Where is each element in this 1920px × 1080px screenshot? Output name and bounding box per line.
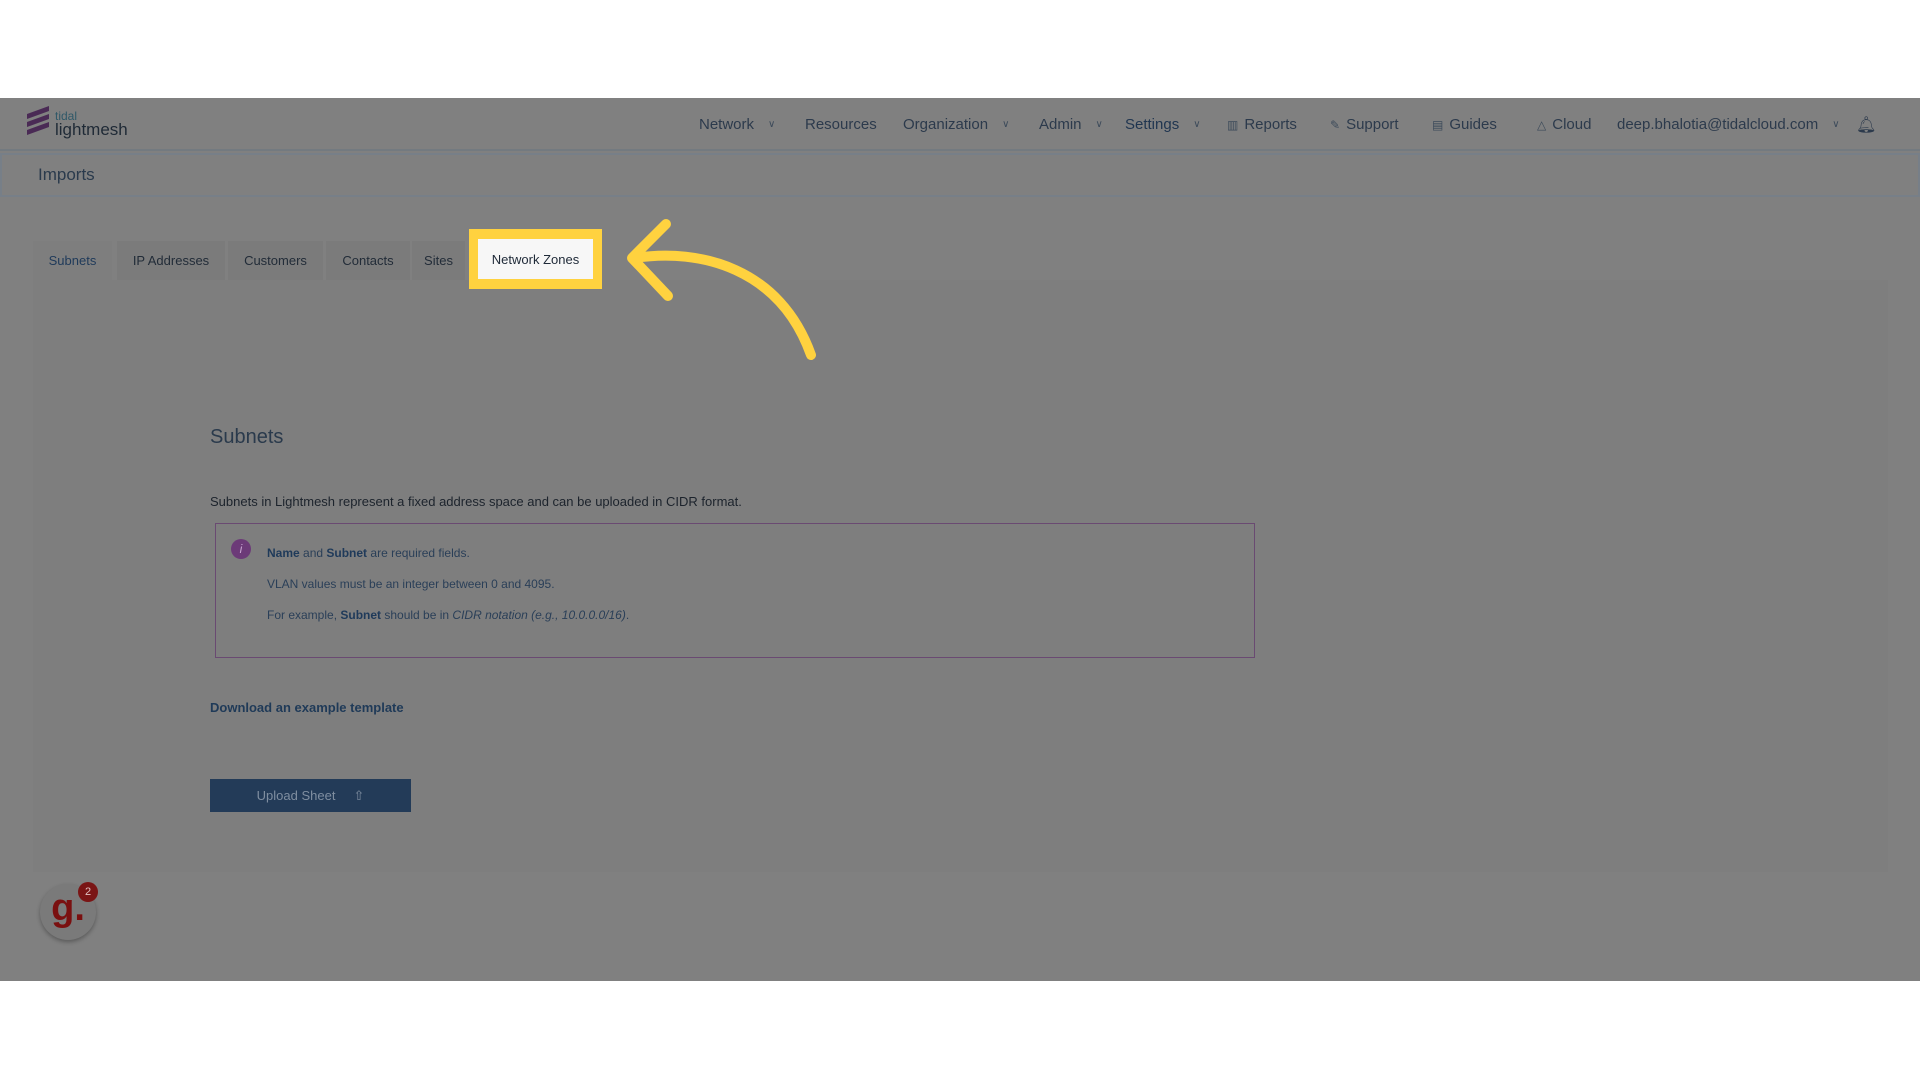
upload-icon: ⇧ (353, 787, 365, 803)
text: and (299, 546, 327, 560)
logo-icon (27, 105, 49, 136)
section-heading: Subnets (210, 426, 284, 448)
tab-subnets[interactable]: Subnets (33, 241, 112, 280)
info-line-2: VLAN values must be an integer between 0… (267, 577, 555, 591)
upload-sheet-button[interactable]: Upload Sheet ⇧ (210, 779, 411, 812)
tab-ip-addresses[interactable]: IP Addresses (117, 241, 225, 280)
chevron-down-icon: ∨ (1193, 119, 1201, 130)
book-icon: ▤ (1432, 117, 1444, 132)
page-header: Imports (0, 153, 1920, 197)
nav-label: Cloud (1552, 116, 1592, 133)
logo-line2: lightmesh (55, 120, 128, 139)
nav-organization[interactable]: Organization ∨ (903, 116, 1009, 133)
nav-label: Settings (1125, 116, 1180, 133)
text: . (625, 608, 630, 622)
nav-admin[interactable]: Admin ∨ (1039, 116, 1103, 133)
info-box: i Name and Subnet are required fields. V… (215, 523, 1255, 658)
field-name: Subnet (340, 608, 382, 622)
nav-label: Reports (1244, 116, 1297, 133)
text: should be in (381, 608, 453, 622)
nav-reports[interactable]: ▥ Reports (1227, 116, 1297, 133)
cloud-icon: △ (1537, 117, 1547, 132)
text: For example, (267, 608, 341, 622)
nav-label: Organization (903, 116, 989, 133)
highlight-box: Network Zones (469, 229, 602, 289)
nav-label: Admin (1039, 116, 1082, 133)
nav-label: Network (699, 116, 755, 133)
bar-chart-icon: ▥ (1227, 117, 1239, 132)
top-navbar: tidal lightmesh Network ∨ Resources Organi… (0, 98, 1920, 151)
lightmesh-logo[interactable]: tidal lightmesh (27, 105, 128, 139)
nav-label: Resources (805, 116, 877, 133)
page-title: Imports (38, 165, 95, 184)
notification-badge: 2 (78, 882, 98, 902)
info-icon: i (231, 539, 251, 559)
section-description: Subnets in Lightmesh represent a fixed a… (210, 494, 742, 509)
chevron-down-icon: ∨ (768, 119, 776, 130)
nav-support[interactable]: ✎ Support (1330, 116, 1399, 133)
tab-customers[interactable]: Customers (228, 241, 323, 280)
wrench-icon: ✎ (1330, 117, 1341, 132)
info-line-3: For example, Subnet should be in CIDR no… (267, 608, 629, 622)
nav-network[interactable]: Network ∨ (699, 116, 775, 133)
nav-label: Guides (1449, 116, 1497, 133)
chevron-down-icon: ∨ (1832, 119, 1840, 130)
user-menu[interactable]: deep.bhalotia@tidalcloud.com ∨ (1617, 116, 1840, 133)
nav-guides[interactable]: ▤ Guides (1432, 116, 1497, 133)
field-name: Subnet (326, 546, 368, 560)
tab-contacts[interactable]: Contacts (326, 241, 410, 280)
bell-icon[interactable]: 🔔︎ (1856, 115, 1876, 135)
field-name: Name (267, 546, 300, 560)
nav-label: Support (1346, 116, 1399, 133)
nav-cloud[interactable]: △ Cloud (1537, 116, 1591, 133)
nav-settings[interactable]: Settings ∨ (1125, 116, 1201, 133)
example: CIDR notation (e.g., 10.0.0.0/16) (452, 608, 626, 622)
chevron-down-icon: ∨ (1002, 119, 1010, 130)
tab-sites[interactable]: Sites (412, 241, 465, 280)
download-template-link[interactable]: Download an example template (210, 700, 404, 715)
button-label: Upload Sheet (256, 788, 336, 803)
user-email: deep.bhalotia@tidalcloud.com (1617, 116, 1819, 133)
tab-network-zones[interactable]: Network Zones (478, 239, 593, 279)
text: are required fields. (367, 546, 470, 560)
app-window: tidal lightmesh Network ∨ Resources Organi… (0, 98, 1920, 981)
nav-resources[interactable]: Resources (805, 116, 877, 133)
info-line-1: Name and Subnet are required fields. (267, 546, 470, 560)
chevron-down-icon: ∨ (1095, 119, 1103, 130)
